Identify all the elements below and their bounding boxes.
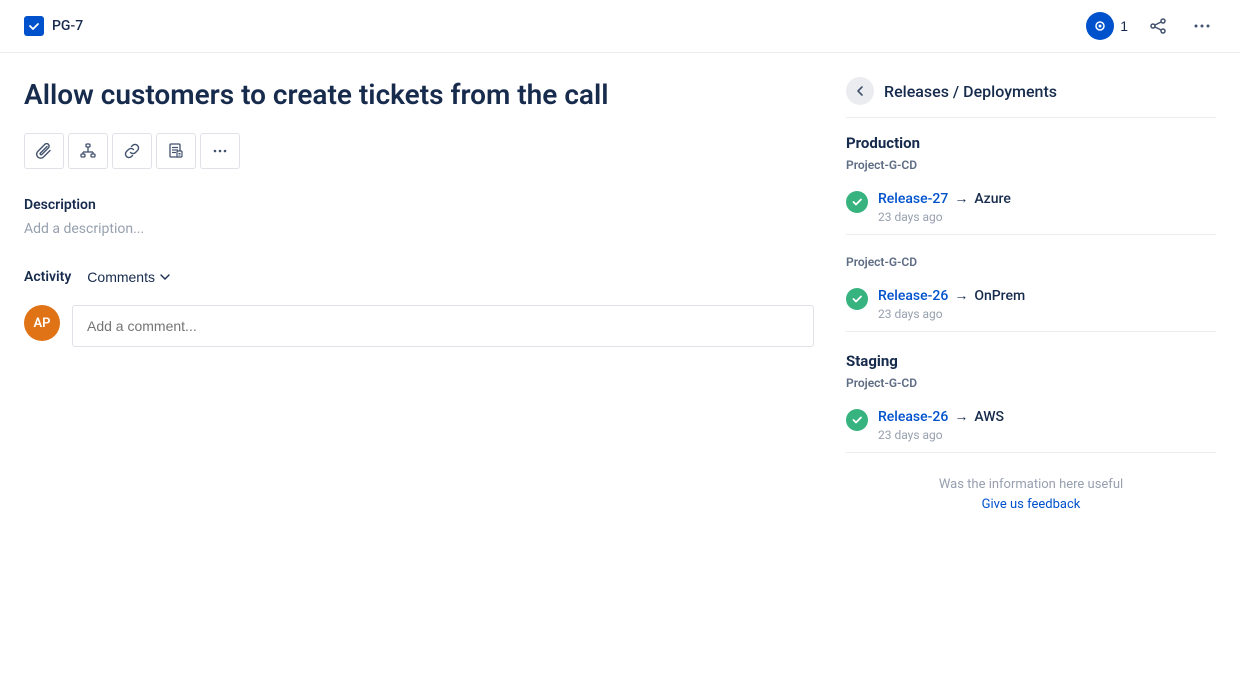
description-label: Description (24, 197, 814, 213)
watch-button[interactable]: 1 (1086, 12, 1128, 40)
comments-dropdown[interactable]: Comments (79, 265, 179, 289)
back-button[interactable] (846, 77, 874, 105)
release-item: Release-26 → OnPrem 23 days ago (846, 277, 1216, 332)
staging-project-name: Project-G-CD (846, 376, 1216, 390)
more-toolbar-button[interactable] (200, 133, 240, 169)
check-icon (846, 409, 868, 431)
arrow: → (954, 190, 968, 207)
production-env-section: Production Project-G-CD Release-27 → Azu… (846, 134, 1216, 235)
description-placeholder[interactable]: Add a description... (24, 221, 814, 237)
issue-title: Allow customers to create tickets from t… (24, 77, 814, 113)
activity-label: Activity (24, 269, 71, 285)
top-bar: PG-7 1 (0, 0, 1240, 53)
top-bar-left: PG-7 (24, 16, 83, 36)
issue-type-icon (24, 16, 44, 36)
feedback-section: Was the information here useful Give us … (846, 477, 1216, 512)
arrow: → (954, 287, 968, 304)
comments-label: Comments (87, 269, 155, 285)
release-26-onprem-link[interactable]: Release-26 (878, 288, 948, 304)
document-button[interactable] (156, 133, 196, 169)
arrow: → (954, 408, 968, 425)
production-project-name: Project-G-CD (846, 158, 1216, 172)
release-link-row: Release-27 → Azure (878, 190, 1216, 207)
release-link-row: Release-26 → AWS (878, 408, 1216, 425)
release-info: Release-26 → AWS 23 days ago (878, 408, 1216, 442)
release-time: 23 days ago (878, 210, 1216, 224)
right-panel: Releases / Deployments Production Projec… (846, 77, 1216, 649)
action-toolbar (24, 133, 814, 169)
main-content: Allow customers to create tickets from t… (0, 53, 1240, 673)
watch-count: 1 (1120, 18, 1128, 34)
release-target: Azure (974, 191, 1011, 207)
left-panel: Allow customers to create tickets from t… (24, 77, 814, 649)
avatar: AP (24, 305, 60, 341)
releases-header: Releases / Deployments (846, 77, 1216, 118)
watch-icon (1086, 12, 1114, 40)
check-icon (846, 288, 868, 310)
release-info: Release-27 → Azure 23 days ago (878, 190, 1216, 224)
feedback-link[interactable]: Give us feedback (982, 497, 1081, 512)
release-link-row: Release-26 → OnPrem (878, 287, 1216, 304)
production-env-name: Production (846, 134, 1216, 152)
feedback-text: Was the information here useful (846, 477, 1216, 492)
description-section: Description Add a description... (24, 197, 814, 237)
release-26-aws-link[interactable]: Release-26 (878, 409, 948, 425)
release-time: 23 days ago (878, 307, 1216, 321)
second-env-section: Project-G-CD Release-26 → OnPrem 23 d (846, 255, 1216, 332)
release-item: Release-26 → AWS 23 days ago (846, 398, 1216, 453)
more-options-button[interactable] (1188, 12, 1216, 40)
comment-row: AP (24, 305, 814, 347)
release-27-link[interactable]: Release-27 (878, 191, 948, 207)
release-info: Release-26 → OnPrem 23 days ago (878, 287, 1216, 321)
second-project-name: Project-G-CD (846, 255, 1216, 269)
check-icon (846, 191, 868, 213)
link-button[interactable] (112, 133, 152, 169)
release-time: 23 days ago (878, 428, 1216, 442)
release-item: Release-27 → Azure 23 days ago (846, 180, 1216, 235)
top-bar-right: 1 (1086, 12, 1216, 40)
hierarchy-button[interactable] (68, 133, 108, 169)
releases-title: Releases / Deployments (884, 82, 1057, 101)
comment-input[interactable] (72, 305, 814, 347)
activity-header: Activity Comments (24, 265, 814, 289)
staging-env-section: Staging Project-G-CD Release-26 → AWS (846, 352, 1216, 453)
activity-section: Activity Comments AP (24, 265, 814, 347)
attach-button[interactable] (24, 133, 64, 169)
issue-id: PG-7 (52, 18, 83, 34)
share-button[interactable] (1144, 12, 1172, 40)
release-target-onprem: OnPrem (974, 288, 1025, 304)
staging-env-name: Staging (846, 352, 1216, 370)
release-target-aws: AWS (974, 409, 1004, 425)
